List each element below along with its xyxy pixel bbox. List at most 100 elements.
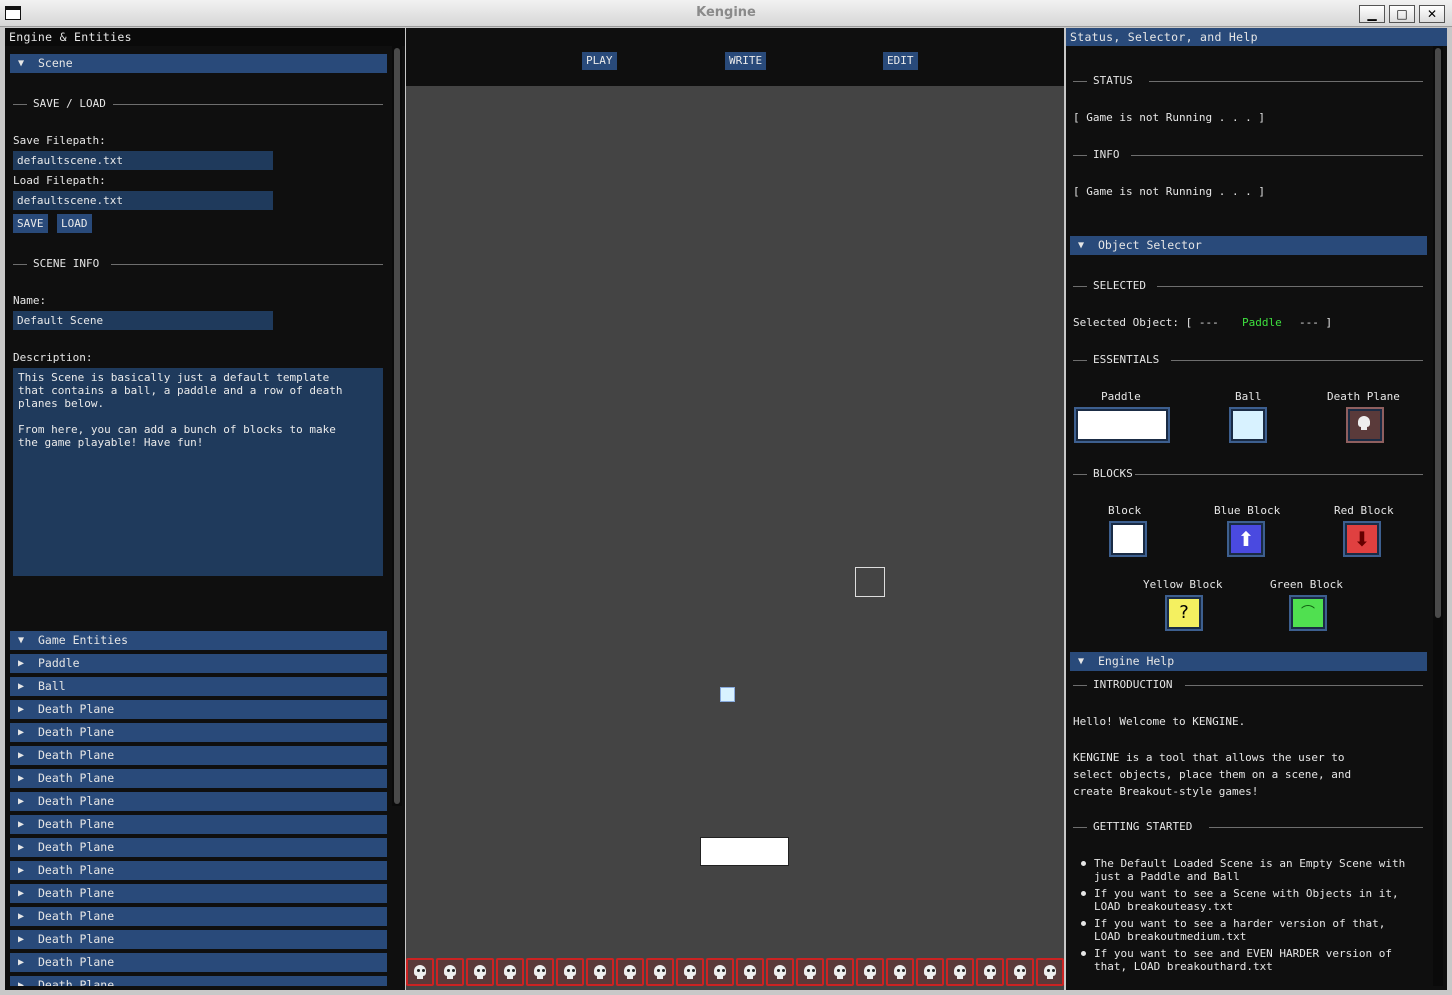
object-selector-header[interactable]: ▼ Object Selector — [1070, 236, 1427, 255]
entity-item[interactable]: ▶ Death Plane — [10, 976, 387, 986]
ball-select-button[interactable] — [1229, 407, 1267, 443]
entity-label: Death Plane — [38, 748, 115, 762]
entity-item[interactable]: ▶ Death Plane — [10, 723, 387, 742]
up-arrow-icon: ⬆ — [1231, 525, 1261, 553]
entity-label: Death Plane — [38, 771, 115, 785]
separator-label: ESSENTIALS — [1093, 353, 1166, 366]
death-plane-skull-icon[interactable] — [406, 958, 434, 986]
load-filepath-label: Load Filepath: — [13, 174, 106, 187]
collapsed-arrow-icon: ▶ — [18, 980, 25, 986]
blue-block-select-button[interactable]: ⬆ — [1227, 521, 1265, 557]
question-icon: ? — [1169, 599, 1199, 627]
separator-label: INFO — [1093, 148, 1126, 161]
introduction-separator: INTRODUCTION — [1073, 678, 1423, 691]
selected-object-suffix: --- ] — [1299, 316, 1333, 329]
essentials-separator: ESSENTIALS — [1073, 353, 1423, 366]
engine-help-header[interactable]: ▼ Engine Help — [1070, 652, 1427, 671]
entity-item[interactable]: ▶ Death Plane — [10, 861, 387, 880]
game-entities-header[interactable]: ▼ Game Entities — [10, 631, 387, 650]
death-plane-skull-icon[interactable] — [436, 958, 464, 986]
scene-name-input[interactable]: Default Scene — [13, 311, 273, 330]
death-plane-skull-icon[interactable] — [1006, 958, 1034, 986]
close-button[interactable]: ✕ — [1419, 5, 1445, 23]
death-plane-skull-icon[interactable] — [706, 958, 734, 986]
death-plane-skull-icon[interactable] — [796, 958, 824, 986]
load-filepath-input[interactable]: defaultscene.txt — [13, 191, 273, 210]
entity-item[interactable]: ▶ Death Plane — [10, 884, 387, 903]
bullet-icon — [1081, 891, 1086, 896]
load-button[interactable]: LOAD — [57, 214, 92, 233]
entity-item[interactable]: ▶ Paddle — [10, 654, 387, 673]
right-scrollbar[interactable] — [1433, 46, 1443, 986]
entity-item[interactable]: ▶ Death Plane — [10, 700, 387, 719]
info-separator: INFO — [1073, 148, 1423, 161]
death-plane-skull-icon[interactable] — [1036, 958, 1064, 986]
entity-item[interactable]: ▶ Ball — [10, 677, 387, 696]
death-plane-skull-icon[interactable] — [526, 958, 554, 986]
block-select-button[interactable] — [1109, 521, 1147, 557]
entity-item[interactable]: ▶ Death Plane — [10, 769, 387, 788]
minimize-button[interactable]: ▁ — [1359, 5, 1385, 23]
down-arrow-icon: ⬇ — [1347, 525, 1377, 553]
death-plane-skull-icon[interactable] — [616, 958, 644, 986]
game-canvas[interactable] — [406, 86, 1064, 990]
entity-item[interactable]: ▶ Death Plane — [10, 907, 387, 926]
maximize-button[interactable]: □ — [1389, 5, 1415, 23]
play-button[interactable]: PLAY — [582, 52, 617, 70]
scene-description-textarea[interactable]: This Scene is basically just a default t… — [13, 368, 383, 576]
death-plane-select-button[interactable] — [1346, 407, 1384, 443]
death-plane-skull-icon[interactable] — [976, 958, 1004, 986]
entity-label: Death Plane — [38, 978, 115, 986]
entity-item[interactable]: ▶ Death Plane — [10, 815, 387, 834]
skull-icon — [1350, 411, 1380, 439]
paddle[interactable] — [700, 837, 789, 866]
expanded-arrow-icon: ▼ — [1078, 656, 1085, 667]
death-plane-skull-icon[interactable] — [736, 958, 764, 986]
death-plane-skull-icon[interactable] — [886, 958, 914, 986]
ball[interactable] — [720, 687, 735, 702]
entity-label: Death Plane — [38, 886, 115, 900]
green-block-label: Green Block — [1270, 578, 1343, 591]
death-plane-skull-icon[interactable] — [556, 958, 584, 986]
entity-item[interactable]: ▶ Death Plane — [10, 838, 387, 857]
bullet-icon — [1081, 921, 1086, 926]
green-block-select-button[interactable]: ⌒ — [1289, 595, 1327, 631]
left-scrollbar[interactable] — [392, 46, 402, 806]
death-plane-skull-icon[interactable] — [916, 958, 944, 986]
red-block-select-button[interactable]: ⬇ — [1343, 521, 1381, 557]
help-header-label: Engine Help — [1098, 654, 1175, 668]
death-plane-skull-icon[interactable] — [676, 958, 704, 986]
save-load-separator: SAVE / LOAD — [13, 97, 383, 110]
entity-label: Paddle — [38, 656, 80, 670]
scene-header[interactable]: ▼ Scene — [10, 54, 387, 73]
entity-label: Death Plane — [38, 725, 115, 739]
selected-separator: SELECTED — [1073, 279, 1423, 292]
window-titlebar[interactable]: Kengine ▁ □ ✕ — [0, 0, 1452, 27]
death-plane-skull-icon[interactable] — [856, 958, 884, 986]
death-plane-skull-icon[interactable] — [826, 958, 854, 986]
write-button[interactable]: WRITE — [725, 52, 767, 70]
death-plane-skull-icon[interactable] — [646, 958, 674, 986]
window-title: Kengine — [696, 5, 756, 20]
death-plane-skull-icon[interactable] — [466, 958, 494, 986]
paddle-select-button[interactable] — [1074, 407, 1170, 443]
yellow-block-select-button[interactable]: ? — [1165, 595, 1203, 631]
save-button[interactable]: SAVE — [13, 214, 48, 233]
help-bullet: The Default Loaded Scene is an Empty Sce… — [1094, 857, 1406, 883]
entity-label: Death Plane — [38, 909, 115, 923]
death-plane-skull-icon[interactable] — [586, 958, 614, 986]
entity-item[interactable]: ▶ Death Plane — [10, 792, 387, 811]
entity-item[interactable]: ▶ Death Plane — [10, 930, 387, 949]
collapsed-arrow-icon: ▶ — [18, 681, 25, 692]
entity-item[interactable]: ▶ Death Plane — [10, 953, 387, 972]
scene-info-separator: SCENE INFO — [13, 257, 383, 270]
collapsed-arrow-icon: ▶ — [18, 727, 25, 738]
entity-item[interactable]: ▶ Death Plane — [10, 746, 387, 765]
save-filepath-input[interactable]: defaultscene.txt — [13, 151, 273, 170]
edit-button[interactable]: EDIT — [883, 52, 918, 70]
bullet-icon — [1081, 951, 1086, 956]
death-plane-skull-icon[interactable] — [766, 958, 794, 986]
entity-label: Death Plane — [38, 932, 115, 946]
death-plane-skull-icon[interactable] — [946, 958, 974, 986]
death-plane-skull-icon[interactable] — [496, 958, 524, 986]
